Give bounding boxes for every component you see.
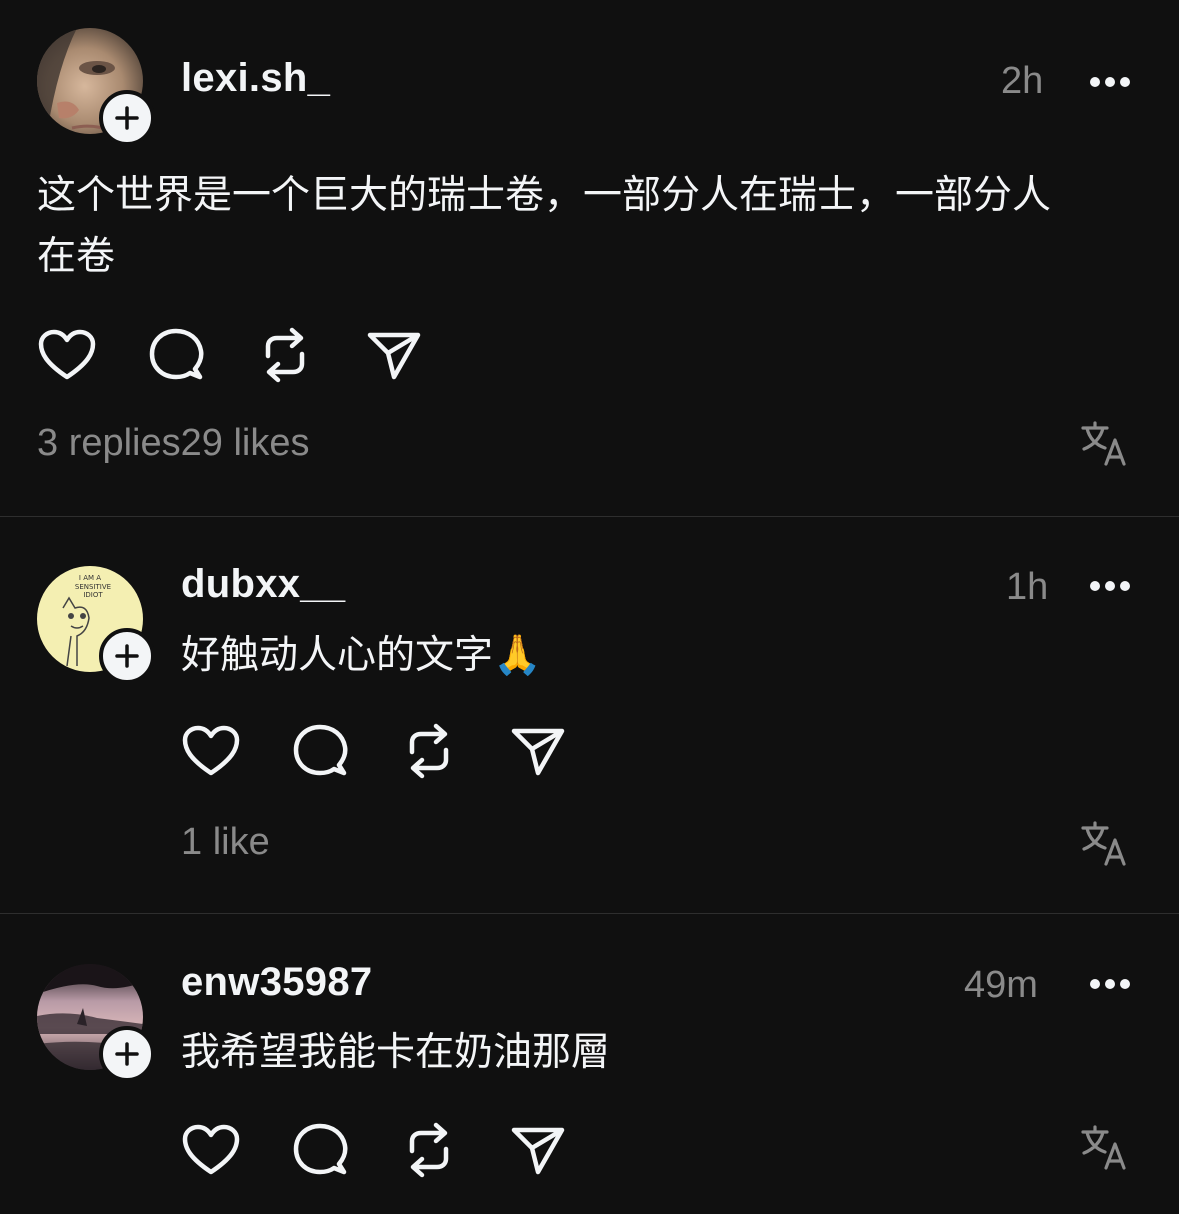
- heart-icon: [182, 725, 240, 776]
- translate-icon: [1081, 1125, 1126, 1170]
- username[interactable]: dubxx__: [181, 562, 345, 607]
- plus-icon: [115, 644, 139, 668]
- action-bar: [181, 1120, 568, 1180]
- follow-button[interactable]: [99, 1026, 155, 1082]
- share-button[interactable]: [364, 325, 424, 385]
- plus-icon: [115, 106, 139, 130]
- like-button[interactable]: [37, 325, 97, 385]
- share-button[interactable]: [508, 1120, 568, 1180]
- post-time: 1h: [1006, 566, 1049, 608]
- translate-icon: [1081, 821, 1126, 866]
- post-text: 我希望我能卡在奶油那層: [181, 1030, 611, 1075]
- reply-button[interactable]: [290, 721, 350, 781]
- likes-count[interactable]: 1 like: [181, 821, 270, 864]
- comment-icon: [293, 1123, 348, 1175]
- post-text: 这个世界是一个巨大的瑞士卷，一部分人在瑞士，一部分人 在卷: [37, 165, 1147, 287]
- plus-icon: [115, 1042, 139, 1066]
- post-time: 49m: [964, 964, 1038, 1006]
- repost-icon: [409, 723, 449, 779]
- translate-button[interactable]: [1080, 820, 1128, 868]
- username[interactable]: lexi.sh_: [181, 56, 330, 101]
- follow-button[interactable]: [99, 90, 155, 146]
- replies-count[interactable]: 3 replies: [37, 422, 181, 464]
- post-text: 好触动人心的文字🙏: [181, 633, 542, 678]
- translate-button[interactable]: [1080, 420, 1128, 468]
- repost-button[interactable]: [255, 325, 315, 385]
- avatar[interactable]: [37, 964, 155, 1082]
- avatar[interactable]: I AM A SENSITIVE IDIOT: [37, 566, 155, 684]
- more-icon: [1090, 581, 1130, 591]
- send-icon: [367, 332, 421, 380]
- repost-icon: [409, 1122, 449, 1178]
- avatar-text: IDIOT: [83, 591, 103, 599]
- like-button[interactable]: [181, 721, 241, 781]
- heart-icon: [38, 329, 96, 380]
- more-button[interactable]: [1088, 60, 1132, 104]
- avatar-text: I AM A: [79, 574, 101, 582]
- post-text-line: 在卷: [37, 234, 116, 279]
- post-stats: 3 replies29 likes: [37, 422, 309, 465]
- follow-button[interactable]: [99, 628, 155, 684]
- likes-count[interactable]: 29 likes: [181, 422, 310, 464]
- post-text-line: 这个世界是一个巨大的瑞士卷，一部分人在瑞士，一部分人: [37, 173, 1052, 218]
- avatar-text: SENSITIVE: [75, 583, 111, 591]
- post-time: 2h: [1001, 60, 1044, 102]
- avatar[interactable]: [37, 28, 155, 146]
- repost-icon: [265, 327, 305, 383]
- username[interactable]: enw35987: [181, 960, 372, 1005]
- like-button[interactable]: [181, 1120, 241, 1180]
- translate-icon: [1081, 421, 1126, 466]
- more-button[interactable]: [1088, 962, 1132, 1006]
- comment-icon: [149, 328, 204, 380]
- divider: [0, 913, 1179, 914]
- divider: [0, 516, 1179, 517]
- action-bar: [181, 721, 568, 781]
- action-bar: [37, 325, 424, 385]
- more-icon: [1090, 979, 1130, 989]
- translate-button[interactable]: [1080, 1124, 1128, 1172]
- reply-button[interactable]: [146, 325, 206, 385]
- more-icon: [1090, 77, 1130, 87]
- reply-button[interactable]: [290, 1120, 350, 1180]
- heart-icon: [182, 1124, 240, 1175]
- share-button[interactable]: [508, 721, 568, 781]
- send-icon: [511, 1127, 565, 1175]
- repost-button[interactable]: [399, 721, 459, 781]
- comment-icon: [293, 724, 348, 776]
- repost-button[interactable]: [399, 1120, 459, 1180]
- send-icon: [511, 728, 565, 776]
- more-button[interactable]: [1088, 564, 1132, 608]
